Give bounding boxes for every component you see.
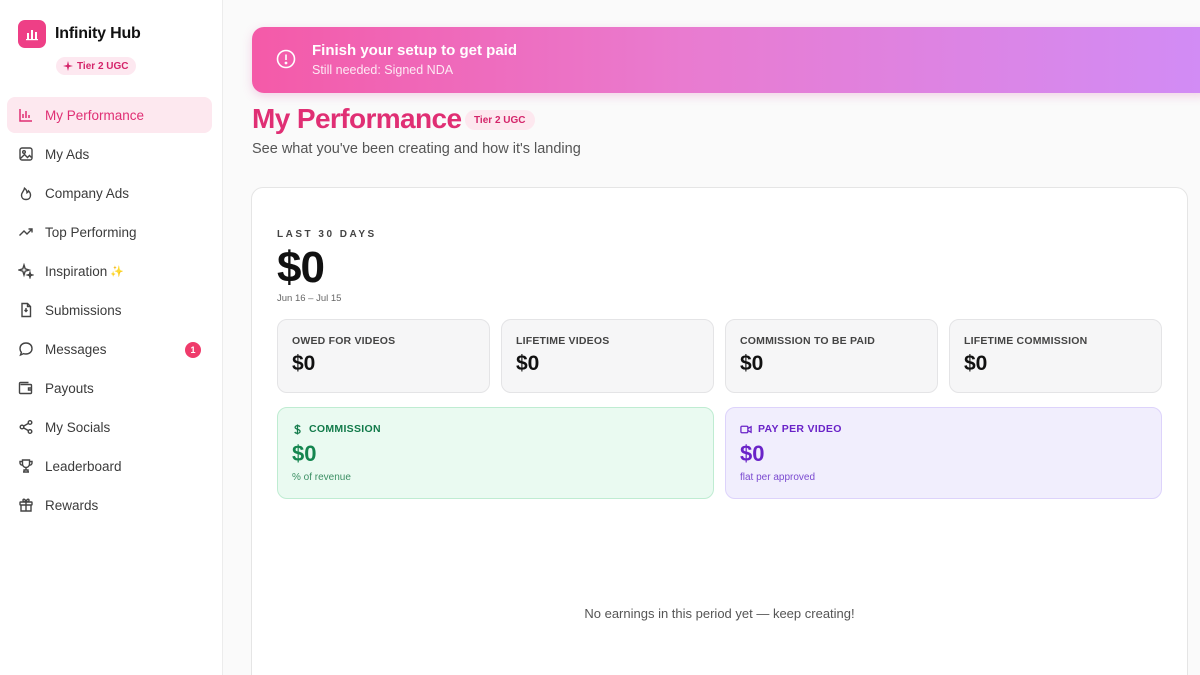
earnings-card: LAST 30 DAYS $0 Jun 16 – Jul 15 OWED FOR…: [251, 187, 1188, 675]
stat-owed-for-videos: OWED FOR VIDEOS $0: [277, 319, 490, 393]
tier-badge-label: Tier 2 UGC: [77, 60, 129, 72]
banner-title: Finish your setup to get paid: [312, 42, 518, 59]
sidebar-item-label: Leaderboard: [45, 458, 122, 474]
sidebar-item-label: My Performance: [45, 107, 145, 123]
bar-chart-icon: [18, 107, 34, 123]
sidebar-item-my-performance[interactable]: My Performance: [7, 97, 212, 133]
sidebar-item-label: Rewards: [45, 497, 99, 513]
stat-value: $0: [740, 352, 764, 375]
pay-per-video-card: PAY PER VIDEO $0 flat per approved: [725, 407, 1162, 499]
stat-value: $0: [516, 352, 540, 375]
brand[interactable]: Infinity Hub: [18, 20, 141, 48]
share-icon: [18, 419, 34, 435]
sidebar-item-label: Inspiration: [45, 263, 108, 279]
sidebar-item-payouts[interactable]: Payouts: [7, 370, 212, 406]
stat-value: $0: [964, 352, 988, 375]
sidebar-item-label: My Socials: [45, 419, 111, 435]
period-date-range: Jun 16 – Jul 15: [277, 293, 342, 304]
pay-per-video-value: $0: [740, 441, 765, 466]
video-icon: [740, 425, 752, 433]
stat-label: COMMISSION TO BE PAID: [740, 335, 876, 347]
flame-icon: [18, 185, 34, 201]
commission-label: COMMISSION: [309, 423, 381, 435]
trophy-icon: [18, 458, 34, 474]
message-icon: [18, 341, 34, 357]
sidebar-item-label: Submissions: [45, 302, 122, 318]
sidebar-item-label: My Ads: [45, 146, 90, 162]
image-icon: [18, 146, 34, 162]
sparkle-emoji: ✨: [110, 265, 124, 278]
commission-rate-card: COMMISSION $0 % of revenue: [277, 407, 714, 499]
dollar-icon: [294, 423, 301, 435]
sidebar: Infinity Hub Tier 2 UGC My Performance M…: [0, 0, 223, 675]
wallet-icon: [18, 380, 34, 396]
sidebar-item-my-ads[interactable]: My Ads: [7, 136, 212, 172]
commission-value: $0: [292, 441, 317, 466]
stat-lifetime-commission: LIFETIME COMMISSION $0: [949, 319, 1162, 393]
file-icon: [18, 302, 34, 318]
gift-icon: [18, 497, 34, 513]
sidebar-item-messages[interactable]: Messages 1: [7, 331, 212, 367]
stat-label: LIFETIME COMMISSION: [964, 335, 1088, 347]
sidebar-item-inspiration[interactable]: Inspiration ✨: [7, 253, 212, 289]
sparkles-icon: [18, 263, 34, 279]
sparkles-icon: [63, 61, 73, 71]
period-label: LAST 30 DAYS: [277, 229, 377, 240]
sidebar-item-company-ads[interactable]: Company Ads: [7, 175, 212, 211]
stat-commission-to-be-paid: COMMISSION TO BE PAID $0: [725, 319, 938, 393]
tier-badge: Tier 2 UGC: [465, 110, 535, 130]
empty-state-message: No earnings in this period yet — keep cr…: [584, 606, 855, 621]
sidebar-nav: My Performance My Ads Company Ads Top Pe…: [7, 97, 212, 526]
sidebar-item-submissions[interactable]: Submissions: [7, 292, 212, 328]
page-title: My Performance: [252, 103, 462, 134]
stat-label: LIFETIME VIDEOS: [516, 335, 610, 347]
pay-per-video-subtext: flat per approved: [740, 472, 816, 483]
sidebar-item-label: Company Ads: [45, 185, 130, 201]
stat-label: OWED FOR VIDEOS: [292, 335, 396, 347]
commission-subtext: % of revenue: [292, 472, 351, 483]
sidebar-item-rewards[interactable]: Rewards: [7, 487, 212, 523]
messages-unread-badge: 1: [185, 342, 201, 358]
page-subtitle: See what you've been creating and how it…: [252, 141, 581, 157]
banner-subtitle: Still needed: Signed NDA: [312, 63, 454, 77]
alert-circle-icon: [276, 49, 296, 69]
brand-name: Infinity Hub: [55, 25, 141, 42]
sidebar-item-label: Payouts: [45, 380, 94, 396]
sidebar-item-leaderboard[interactable]: Leaderboard: [7, 448, 212, 484]
sidebar-item-label: Top Performing: [45, 224, 137, 240]
sidebar-item-my-socials[interactable]: My Socials: [7, 409, 212, 445]
period-earnings-value: $0: [277, 243, 325, 292]
pay-per-video-label: PAY PER VIDEO: [758, 423, 842, 435]
tier-badge: Tier 2 UGC: [56, 57, 136, 75]
stat-lifetime-videos: LIFETIME VIDEOS $0: [501, 319, 714, 393]
stat-value: $0: [292, 352, 316, 375]
sidebar-item-top-performing[interactable]: Top Performing: [7, 214, 212, 250]
brand-logo-icon: [18, 20, 46, 48]
trending-up-icon: [18, 224, 34, 240]
sidebar-item-label: Messages: [45, 341, 107, 357]
setup-banner[interactable]: Finish your setup to get paid Still need…: [252, 27, 1200, 93]
